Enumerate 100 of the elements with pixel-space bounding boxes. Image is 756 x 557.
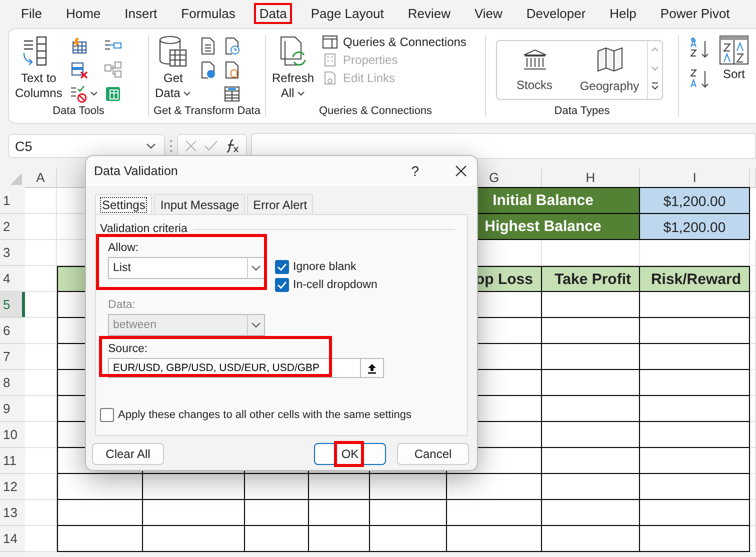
table-cell <box>245 474 309 500</box>
group-title: Queries & Connections <box>318 105 432 117</box>
field-label: Source: <box>108 343 149 355</box>
row-header[interactable]: 5 <box>0 292 25 318</box>
sheet-cell <box>25 448 57 474</box>
dialog-button[interactable]: OK <box>314 443 386 465</box>
menu-tab[interactable]: Power Pivot <box>655 2 735 24</box>
row-header[interactable]: 10 <box>0 422 25 448</box>
data-type-button[interactable]: Geography <box>572 41 647 99</box>
sort-icon <box>719 35 749 65</box>
row-header[interactable]: 12 <box>0 474 25 500</box>
caret-icon <box>183 90 192 97</box>
allow-dropdown[interactable]: List <box>108 257 265 279</box>
row-header[interactable]: 8 <box>0 370 25 396</box>
row-header[interactable]: 4 <box>0 266 25 292</box>
dialog-tab[interactable]: Input Message <box>154 194 246 214</box>
help-button[interactable]: ? <box>411 163 419 179</box>
name-box[interactable]: C5 <box>8 134 165 158</box>
upload-arrow-icon <box>367 362 377 374</box>
dialog-button[interactable]: Clear All <box>92 443 164 465</box>
row-header[interactable]: 3 <box>0 240 25 266</box>
formula-field[interactable] <box>251 133 756 159</box>
column-header[interactable]: A <box>25 168 57 188</box>
column-header[interactable]: H <box>542 168 640 188</box>
relationships-icon[interactable] <box>104 61 122 79</box>
table-cell: $1,200.00 <box>640 213 750 240</box>
dialog-tab[interactable]: Error Alert <box>247 194 314 214</box>
data-model-icon[interactable] <box>104 85 122 103</box>
caret-icon[interactable] <box>90 91 98 97</box>
dialog-tab[interactable]: Settings <box>95 194 152 214</box>
checkbox-label: Ignore blank <box>293 261 356 273</box>
checkbox[interactable] <box>100 408 114 422</box>
table-cell <box>245 526 309 552</box>
caret-icon <box>146 143 156 149</box>
table-header: Risk/Reward <box>640 266 750 292</box>
section-title: Validation criteria <box>100 223 188 235</box>
dialog-title: Data Validation <box>94 164 179 178</box>
caret-icon <box>251 322 261 328</box>
menu-tab[interactable]: File <box>16 2 47 24</box>
sheet-cell <box>25 370 57 396</box>
function-icon[interactable] <box>224 138 240 154</box>
menu-tab[interactable]: View <box>469 2 508 24</box>
properties-icon <box>322 53 338 67</box>
row-header[interactable]: 14 <box>0 526 25 552</box>
ribbon-command[interactable]: Queries & Connections <box>322 35 466 49</box>
menu-tab[interactable]: Page Layout <box>306 2 389 24</box>
database-icon <box>158 35 188 69</box>
text-file-icon[interactable] <box>199 37 218 55</box>
caret-icon <box>251 265 261 271</box>
menu-tab[interactable]: Formulas <box>176 2 240 24</box>
table-cell <box>309 474 370 500</box>
checkbox[interactable] <box>275 260 289 274</box>
collapse-button[interactable] <box>360 358 384 378</box>
row-header[interactable]: 7 <box>0 344 25 370</box>
menu-tab[interactable]: Insert <box>120 2 162 24</box>
column-header[interactable]: I <box>640 168 750 188</box>
checkbox[interactable] <box>275 278 289 292</box>
caret-icon <box>297 90 306 97</box>
row-header[interactable]: 6 <box>0 318 25 344</box>
refresh-all-button[interactable]: Refresh All <box>270 35 316 105</box>
remove-duplicates-icon[interactable] <box>70 61 88 79</box>
group-title: Data Types <box>554 105 610 117</box>
close-icon[interactable] <box>455 165 467 177</box>
table-cell <box>309 526 370 552</box>
row-header[interactable]: 2 <box>0 214 25 240</box>
menu-tab[interactable]: Home <box>60 2 106 24</box>
table-cell <box>309 500 370 526</box>
group-title: Data Tools <box>52 105 104 117</box>
flash-fill-icon[interactable] <box>70 37 88 55</box>
dialog-button[interactable]: Cancel <box>397 443 469 465</box>
data-type-button[interactable]: Stocks <box>497 41 572 99</box>
sheet-cell <box>25 526 57 552</box>
row-header[interactable]: 13 <box>0 500 25 526</box>
sheet-cell <box>25 500 57 526</box>
row-header[interactable]: 1 <box>0 188 25 214</box>
table-icon[interactable] <box>223 85 242 103</box>
data-validation-icon[interactable] <box>70 85 88 103</box>
group-title: Get & Transform Data <box>154 105 260 117</box>
menu-tab[interactable]: Developer <box>521 2 591 24</box>
menu-tab[interactable]: Review <box>402 2 456 24</box>
field-label: Data: <box>108 299 136 311</box>
menu-tab[interactable]: Data <box>254 2 292 24</box>
queries-pane-icon <box>322 35 338 49</box>
corner-triangle-icon <box>10 173 22 185</box>
table-header: Take Profit <box>542 266 640 292</box>
menu-tab[interactable]: Help <box>604 2 642 24</box>
get-data-button[interactable]: Get Data <box>153 35 194 105</box>
recent-sources-icon[interactable] <box>223 37 242 55</box>
grip-icon <box>169 139 173 153</box>
field-label: Allow: <box>108 242 140 254</box>
row-header[interactable]: 11 <box>0 448 25 474</box>
bank-icon <box>522 48 548 72</box>
web-file-icon[interactable] <box>199 61 218 79</box>
sheet-cell <box>25 292 57 318</box>
sort-button[interactable]: Sort <box>717 35 751 117</box>
existing-connections-icon[interactable] <box>223 61 242 79</box>
sheet-cell <box>25 422 57 448</box>
checkbox-label: Apply these changes to all other cells with the same settings <box>118 409 412 421</box>
text-to-columns-button[interactable]: Text to Columns <box>13 35 64 105</box>
row-header[interactable]: 9 <box>0 396 25 422</box>
